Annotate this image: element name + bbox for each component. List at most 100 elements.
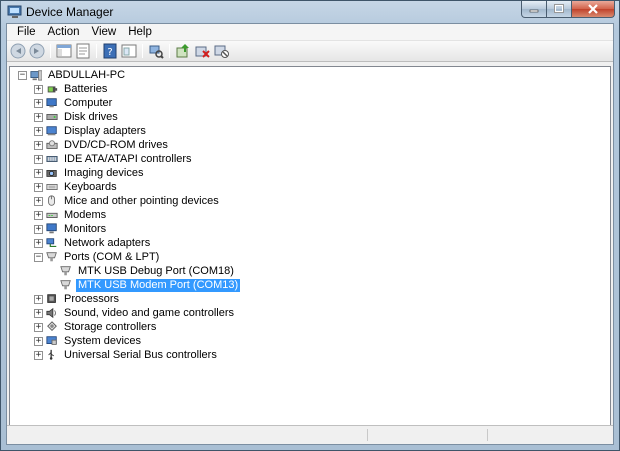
properties-sheet-button[interactable]: [74, 42, 92, 60]
tree-device-item-selected[interactable]: MTK USB Modem Port (COM13): [14, 278, 241, 292]
tree-category-item[interactable]: + DVD/CD-ROM drives: [14, 138, 240, 152]
display-adapter-icon: [46, 126, 57, 136]
network-adapter-icon: [46, 238, 57, 248]
tree-category-item[interactable]: + Disk drives: [14, 110, 240, 124]
status-divider: [367, 429, 368, 441]
tree-item-label: Universal Serial Bus controllers: [64, 348, 217, 361]
port-icon: [46, 252, 57, 262]
expand-icon[interactable]: +: [34, 98, 43, 108]
menu-help[interactable]: Help: [122, 24, 158, 41]
collapse-icon[interactable]: −: [18, 70, 27, 80]
view-options-button[interactable]: [120, 42, 138, 60]
tree-item-label: Keyboards: [64, 180, 117, 193]
tree-category-item[interactable]: + Monitors: [14, 222, 240, 236]
expand-icon[interactable]: +: [34, 294, 43, 304]
tree-category-item[interactable]: + Display adapters: [14, 124, 240, 138]
tree-item-label: System devices: [64, 334, 142, 347]
maximize-icon: [554, 4, 564, 13]
expand-icon[interactable]: +: [34, 238, 43, 248]
tree-category-item[interactable]: + Sound, video and game controllers: [14, 306, 240, 320]
tree-category-item[interactable]: + Modems: [14, 208, 240, 222]
tree-category-item[interactable]: + Storage controllers: [14, 320, 240, 334]
monitor-icon: [46, 223, 57, 234]
minimize-button[interactable]: [521, 1, 547, 18]
svg-text:?: ?: [107, 47, 112, 58]
expand-icon[interactable]: +: [34, 112, 43, 122]
tree-category-item[interactable]: + Universal Serial Bus controllers: [14, 348, 240, 362]
toolbar: ?: [7, 41, 613, 62]
tree-item-label: IDE ATA/ATAPI controllers: [64, 152, 192, 165]
expand-icon[interactable]: +: [34, 350, 43, 360]
system-device-icon: [46, 336, 57, 345]
expand-icon[interactable]: +: [34, 308, 43, 318]
expand-icon[interactable]: +: [34, 322, 43, 332]
tree-item-label: Imaging devices: [64, 166, 144, 179]
expand-icon[interactable]: +: [34, 168, 43, 178]
tree-device-item[interactable]: MTK USB Debug Port (COM18): [14, 264, 240, 278]
tree-category-item[interactable]: + Keyboards: [14, 180, 240, 194]
properties-sheet-icon: [76, 43, 90, 59]
tree-item-label: ABDULLAH-PC: [48, 68, 126, 81]
minimize-icon: [529, 9, 539, 13]
tree-category-item[interactable]: + Batteries: [14, 82, 240, 96]
processor-icon: [47, 294, 56, 303]
camera-icon: [46, 170, 57, 177]
close-button[interactable]: [572, 1, 615, 18]
tree-category-item[interactable]: + Network adapters: [14, 236, 240, 250]
storage-controller-icon: [47, 321, 57, 332]
collapse-icon[interactable]: −: [34, 252, 43, 262]
tree-category-item[interactable]: + IDE ATA/ATAPI controllers: [14, 152, 240, 166]
tree-category-item[interactable]: + System devices: [14, 334, 240, 348]
device-tree-pane[interactable]: − ABDULLAH-PC + Batteries + Computer + Disk dri…: [9, 66, 611, 427]
modem-icon: [46, 212, 58, 218]
tree-item-label: Sound, video and game controllers: [64, 306, 234, 319]
scan-hardware-changes-button[interactable]: [147, 42, 165, 60]
toolbar-separator: [96, 44, 97, 58]
tree-category-item[interactable]: + Mice and other pointing devices: [14, 194, 240, 208]
tree-item-label: Batteries: [64, 82, 108, 95]
expand-icon[interactable]: +: [34, 140, 43, 150]
show-hide-console-tree-button[interactable]: [55, 42, 73, 60]
disk-drive-icon: [46, 114, 58, 120]
tree-category-item[interactable]: + Imaging devices: [14, 166, 240, 180]
port-icon: [60, 266, 71, 276]
tree-item-label: MTK USB Modem Port (COM13): [76, 278, 241, 292]
expand-icon[interactable]: +: [34, 126, 43, 136]
back-button[interactable]: [9, 42, 27, 60]
expand-icon[interactable]: +: [34, 210, 43, 220]
expand-icon[interactable]: +: [34, 224, 43, 234]
computer-icon: [46, 98, 57, 108]
tree-root-computer[interactable]: − ABDULLAH-PC: [14, 68, 240, 82]
scan-hardware-changes-icon: [149, 45, 164, 59]
tree-item-label: DVD/CD-ROM drives: [64, 138, 168, 151]
forward-button[interactable]: [28, 42, 46, 60]
expand-icon[interactable]: +: [34, 154, 43, 164]
forward-icon: [29, 43, 45, 59]
expand-icon[interactable]: +: [34, 196, 43, 206]
menu-view[interactable]: View: [86, 24, 123, 41]
menu-action[interactable]: Action: [42, 24, 86, 41]
computer-root-icon: [30, 70, 42, 81]
uninstall-device-button[interactable]: [193, 42, 211, 60]
title-bar[interactable]: Device Manager: [1, 1, 619, 23]
tree-item-label: Computer: [64, 96, 113, 109]
help-button[interactable]: ?: [101, 42, 119, 60]
battery-icon: [47, 86, 58, 93]
expand-icon[interactable]: +: [34, 84, 43, 94]
tree-category-item[interactable]: − Ports (COM & LPT): [14, 250, 240, 264]
tree-category-item[interactable]: + Processors: [14, 292, 240, 306]
status-bar: [7, 425, 613, 444]
tree-category-item[interactable]: + Computer: [14, 96, 240, 110]
status-divider: [487, 429, 488, 441]
menu-file[interactable]: File: [11, 24, 42, 41]
maximize-button[interactable]: [547, 1, 572, 18]
expand-icon[interactable]: +: [34, 336, 43, 346]
update-driver-icon: [176, 44, 189, 58]
tree-item-label: MTK USB Debug Port (COM18): [78, 264, 234, 277]
disable-device-button[interactable]: [212, 42, 230, 60]
client-area: File Action View Help ? − ABDULLAH-PC + Bat…: [6, 23, 614, 445]
expand-icon[interactable]: +: [34, 182, 43, 192]
toolbar-separator: [169, 44, 170, 58]
update-driver-button[interactable]: [174, 42, 192, 60]
tree-item-label: Modems: [64, 208, 107, 221]
